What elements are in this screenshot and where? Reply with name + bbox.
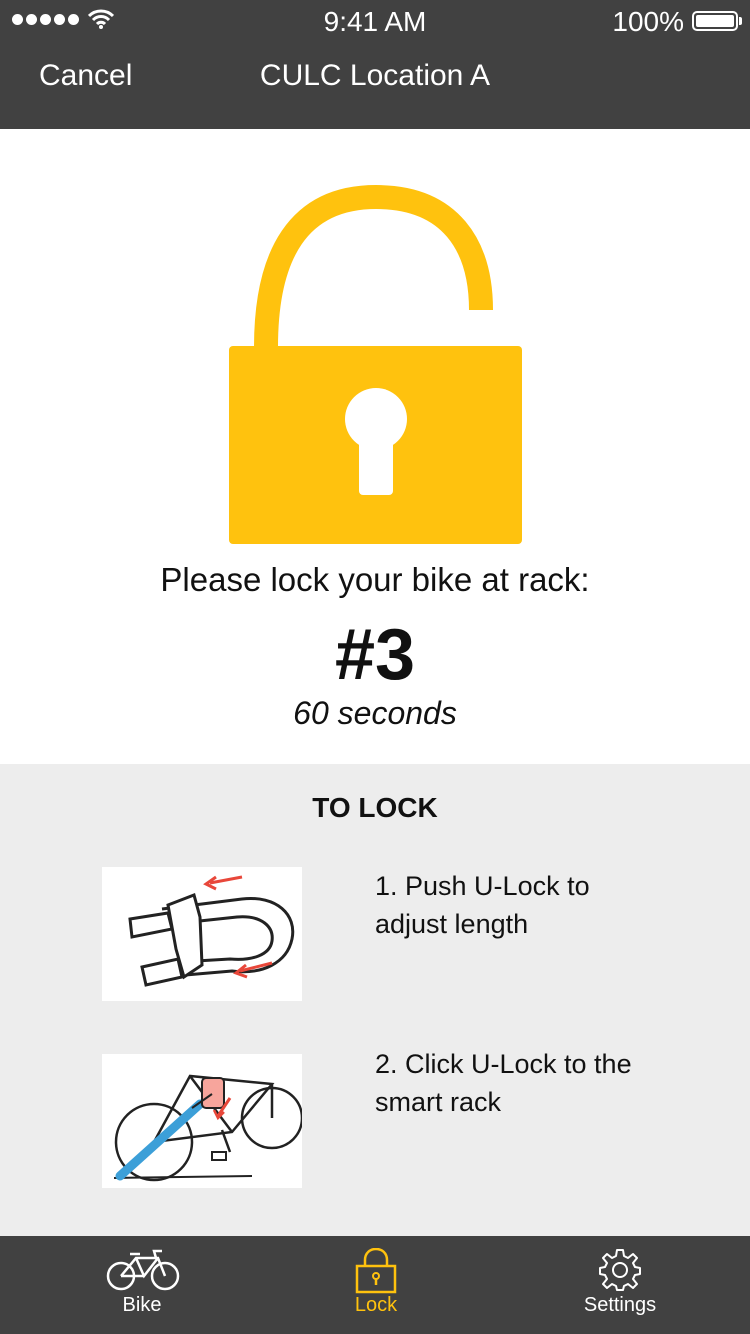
battery-percentage: 100% bbox=[612, 6, 684, 37]
tab-bike-label: Bike bbox=[122, 1294, 162, 1316]
bike-icon bbox=[106, 1249, 180, 1291]
status-bar: 9:41 AM 100% bbox=[0, 0, 750, 40]
tab-lock[interactable]: Lock bbox=[251, 1236, 501, 1334]
step-2-illustration bbox=[102, 1054, 304, 1188]
step-2-text: 2. Click U-Lock to the smart rack bbox=[375, 1049, 632, 1117]
unlocked-padlock-icon bbox=[229, 185, 522, 544]
gear-icon bbox=[599, 1249, 641, 1291]
instructions-panel: TO LOCK 1. Push U-Lock to adjust length bbox=[0, 764, 750, 1236]
instructions-title: TO LOCK bbox=[312, 792, 438, 823]
battery-icon bbox=[692, 11, 738, 31]
tab-settings[interactable]: Settings bbox=[495, 1236, 745, 1334]
lock-prompt: Please lock your bike at rack: bbox=[160, 561, 590, 598]
page-title: CULC Location A bbox=[259, 59, 491, 92]
step-1-illustration bbox=[102, 867, 302, 1001]
countdown-timer: 60 seconds bbox=[293, 695, 457, 731]
step-1-text: 1. Push U-Lock to adjust length bbox=[375, 871, 590, 939]
tab-lock-label: Lock bbox=[354, 1294, 398, 1316]
tab-settings-label: Settings bbox=[583, 1294, 657, 1316]
tab-bar: Bike Lock Settings bbox=[0, 1236, 750, 1334]
top-bar: 9:41 AM 100% Cancel CULC Location A bbox=[0, 0, 750, 129]
lock-icon bbox=[355, 1248, 397, 1294]
tab-bike[interactable]: Bike bbox=[17, 1236, 267, 1334]
rack-number: #3 bbox=[334, 615, 416, 695]
